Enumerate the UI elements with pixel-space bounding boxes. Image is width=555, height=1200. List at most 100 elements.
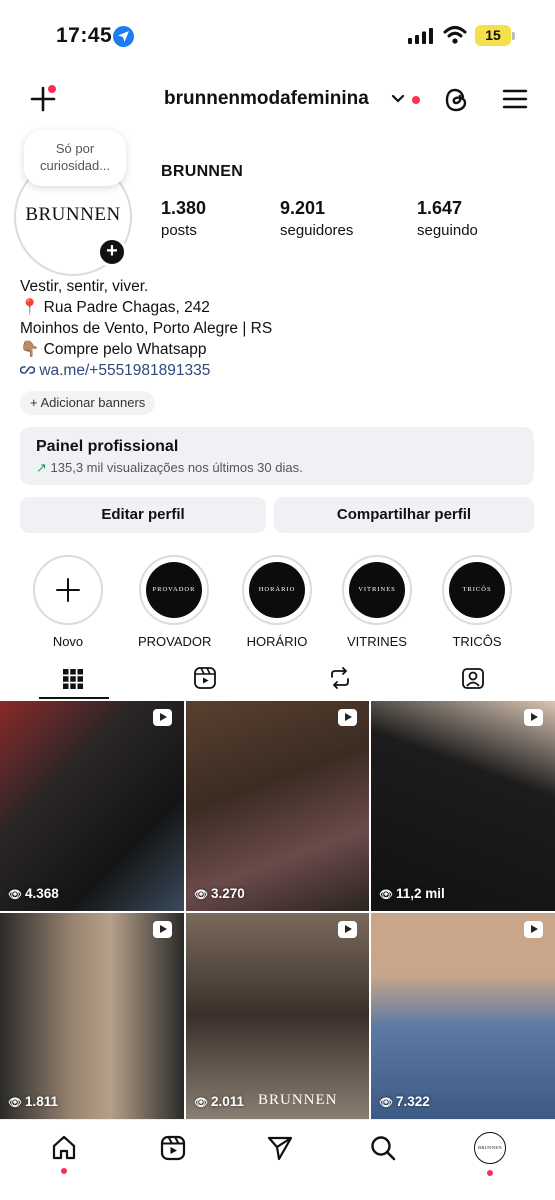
avatar-logo-text: BRUNNEN bbox=[25, 204, 121, 225]
post-tile[interactable]: 👁 7.322 bbox=[371, 913, 555, 1119]
grid-icon[interactable] bbox=[62, 668, 84, 690]
share-profile-button[interactable]: Compartilhar perfil bbox=[274, 497, 534, 533]
highlight-provador[interactable]: PROVADOR PROVADOR bbox=[138, 555, 211, 649]
dashboard-subtitle-row: ↗ 135,3 mil visualizações nos últimos 30… bbox=[36, 460, 303, 476]
followers-label: seguidores bbox=[280, 222, 354, 239]
trend-up-icon: ↗ bbox=[36, 460, 47, 475]
highlight-cover-text: PROVADOR bbox=[146, 562, 202, 618]
following-stat[interactable]: 1.647 seguindo bbox=[417, 198, 478, 239]
post-views: 👁 3.270 bbox=[194, 886, 245, 901]
bio-line: Moinhos de Vento, Porto Alegre | RS bbox=[20, 320, 273, 337]
highlight-label: VITRINES bbox=[347, 634, 407, 649]
profile-header: brunnenmodafeminina bbox=[0, 74, 555, 126]
highlight-horario[interactable]: HORÁRIO HORÁRIO bbox=[241, 555, 313, 649]
post-views-count: 4.368 bbox=[24, 886, 59, 901]
create-button[interactable] bbox=[28, 84, 62, 118]
posts-label: posts bbox=[161, 222, 197, 239]
display-name: BRUNNEN bbox=[161, 163, 244, 180]
reels-icon[interactable] bbox=[159, 1134, 187, 1162]
add-story-plus-icon[interactable]: + bbox=[97, 237, 127, 267]
link-icon bbox=[19, 366, 36, 374]
following-count: 1.647 bbox=[417, 198, 463, 218]
post-views-count: 1.811 bbox=[24, 1094, 59, 1109]
battery-tip bbox=[512, 32, 515, 40]
home-notification-dot bbox=[61, 1168, 67, 1174]
followers-stat[interactable]: 9.201 seguidores bbox=[280, 198, 353, 239]
reel-icon bbox=[153, 921, 172, 938]
pin-icon: 📍 bbox=[20, 299, 40, 316]
post-views: 👁 7.322 bbox=[379, 1094, 430, 1109]
bottom-navigation: BRUNNEN bbox=[0, 1119, 555, 1200]
brand-watermark: BRUNNEN bbox=[258, 1092, 338, 1108]
edit-profile-button[interactable]: Editar perfil bbox=[20, 497, 266, 533]
following-label: seguindo bbox=[417, 222, 478, 239]
reposts-tab-icon[interactable] bbox=[328, 666, 352, 690]
highlight-label: TRICÔS bbox=[452, 634, 502, 649]
profile-nav-avatar[interactable]: BRUNNEN bbox=[474, 1132, 506, 1164]
reels-tab-icon[interactable] bbox=[193, 666, 217, 690]
post-views-count: 7.322 bbox=[395, 1094, 430, 1109]
post-views-count: 11,2 mil bbox=[395, 886, 445, 901]
highlight-cover-text: HORÁRIO bbox=[249, 562, 305, 618]
chevron-down-icon[interactable] bbox=[391, 94, 405, 104]
professional-dashboard[interactable]: Painel profissional ↗ 135,3 mil visualiz… bbox=[20, 427, 534, 485]
post-views: 👁 4.368 bbox=[8, 886, 59, 901]
highlight-vitrines[interactable]: VITRINES VITRINES bbox=[341, 555, 413, 649]
new-highlight-ring bbox=[33, 555, 103, 625]
plus-icon bbox=[56, 578, 80, 602]
status-time: 17:45 bbox=[56, 24, 113, 47]
pointing-down-icon: 👇🏽 bbox=[20, 341, 40, 358]
battery-indicator: 15 bbox=[475, 25, 511, 46]
add-banners-label: Adicionar banners bbox=[40, 395, 146, 410]
profile-notification-dot bbox=[487, 1170, 493, 1176]
note-bubble[interactable]: Só por curiosidad... bbox=[24, 130, 126, 186]
post-tile[interactable]: 👁 3.270 bbox=[186, 701, 369, 911]
eye-icon: 👁 bbox=[379, 889, 393, 901]
account-username[interactable]: brunnenmodafeminina bbox=[164, 88, 369, 110]
cellular-signal-icon bbox=[408, 28, 433, 44]
reel-icon bbox=[153, 709, 172, 726]
home-icon[interactable] bbox=[50, 1134, 78, 1162]
followers-count: 9.201 bbox=[280, 198, 326, 218]
reel-icon bbox=[524, 921, 543, 938]
bio-whatsapp-line: 👇🏽 Compre pelo Whatsapp bbox=[20, 339, 272, 360]
reel-icon bbox=[338, 921, 357, 938]
post-views-count: 2.011 bbox=[210, 1094, 245, 1109]
profile-nav-avatar-text: BRUNNEN bbox=[478, 1145, 502, 1150]
highlight-label: HORÁRIO bbox=[246, 634, 308, 649]
post-views-count: 3.270 bbox=[210, 886, 245, 901]
hamburger-menu-icon[interactable] bbox=[502, 88, 528, 110]
profile-bio: Vestir, sentir, viver. 📍 Rua Padre Chaga… bbox=[19, 276, 273, 381]
bio-link-text: wa.me/+5551981891335 bbox=[39, 362, 211, 379]
highlight-cover-text: TRICÔS bbox=[449, 562, 505, 618]
search-icon[interactable] bbox=[369, 1134, 397, 1162]
add-banners-button[interactable]: + Adicionar banners bbox=[20, 391, 156, 415]
post-tile[interactable]: 👁 1.811 bbox=[0, 913, 184, 1119]
threads-icon[interactable] bbox=[443, 86, 471, 114]
post-tile[interactable]: 👁 11,2 mil bbox=[371, 701, 555, 911]
notification-dot bbox=[48, 85, 56, 93]
eye-icon: 👁 bbox=[194, 889, 208, 901]
tagged-tab-icon[interactable] bbox=[461, 666, 485, 690]
posts-count: 1.380 bbox=[161, 198, 207, 218]
eye-icon: 👁 bbox=[379, 1097, 393, 1109]
bio-address-line: 📍 Rua Padre Chagas, 242 bbox=[20, 297, 272, 318]
wifi-icon bbox=[443, 26, 467, 44]
post-views: 👁 2.011 bbox=[194, 1094, 244, 1109]
highlight-ring: PROVADOR bbox=[139, 555, 209, 625]
reel-icon bbox=[338, 709, 357, 726]
highlight-tricos[interactable]: TRICÔS TRICÔS bbox=[441, 555, 513, 649]
post-views: 👁 11,2 mil bbox=[379, 886, 445, 901]
highlight-new[interactable]: Novo bbox=[32, 555, 104, 649]
active-tab-indicator bbox=[39, 697, 109, 699]
post-views: 👁 1.811 bbox=[8, 1094, 58, 1109]
highlight-ring: TRICÔS bbox=[442, 555, 512, 625]
post-tile[interactable]: 👁 4.368 bbox=[0, 701, 184, 911]
highlight-cover-text: VITRINES bbox=[349, 562, 405, 618]
bio-address: Rua Padre Chagas, 242 bbox=[43, 299, 210, 316]
send-message-icon[interactable] bbox=[266, 1134, 294, 1162]
posts-stat[interactable]: 1.380 posts bbox=[161, 198, 206, 239]
bio-link[interactable]: wa.me/+5551981891335 bbox=[19, 360, 272, 381]
post-tile[interactable]: 👁 2.011 BRUNNEN bbox=[186, 913, 369, 1119]
location-arrow-icon bbox=[113, 26, 134, 47]
